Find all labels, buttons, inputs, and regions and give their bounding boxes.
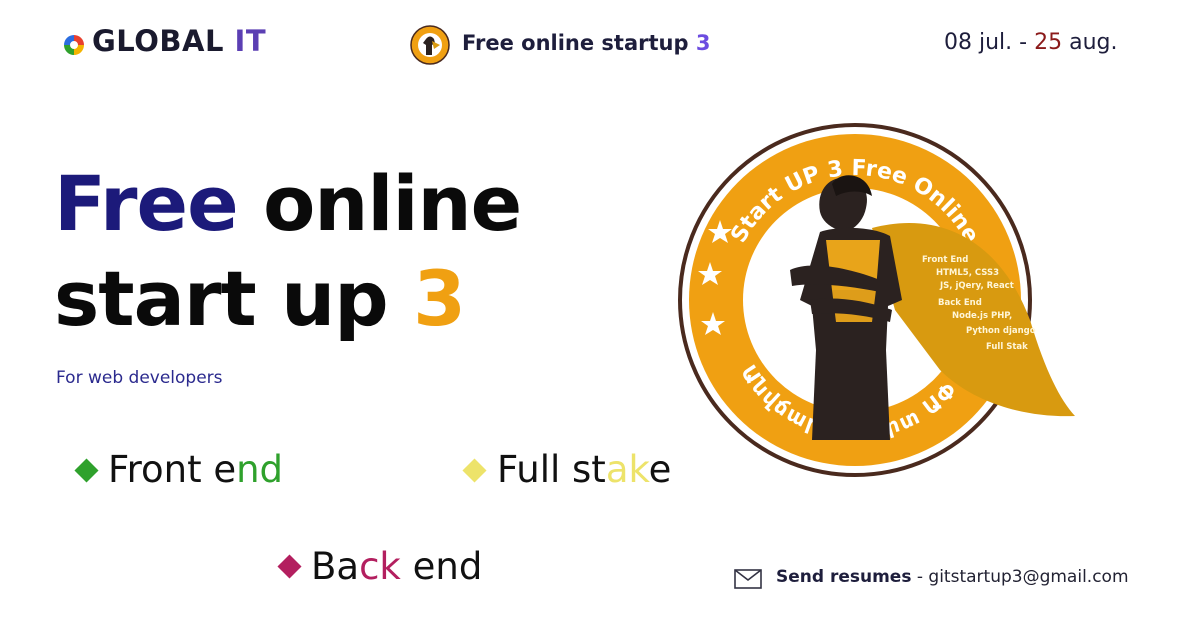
date-end-month: aug. — [1062, 30, 1118, 55]
brand-name-part1: GLOBAL — [92, 24, 224, 58]
date-end-day: 25 — [1034, 30, 1063, 55]
brand-name: GLOBAL IT — [92, 24, 266, 58]
track-back-post: end — [400, 545, 483, 588]
event-title-mini: Free online startup 3 — [462, 31, 710, 55]
contact-line: Send resumes - gitstartup3@gmail.com — [776, 567, 1129, 587]
track-front-pre: Front e — [108, 448, 237, 491]
title-line-2: start up 3 — [54, 251, 521, 346]
event-dates: 08 jul. - 25 aug. — [944, 30, 1117, 55]
brand-name-part2: IT — [234, 24, 267, 58]
cape-line-5: Node.js PHP, — [952, 311, 1012, 321]
diamond-bullet-green-icon — [74, 458, 99, 483]
track-back-highlight: ck — [359, 545, 401, 588]
track-full-pre: Full st — [497, 448, 606, 491]
diamond-bullet-magenta-icon — [277, 554, 302, 579]
global-it-logo-icon — [64, 35, 84, 55]
date-separator: - — [1012, 30, 1035, 55]
contact-separator: - — [911, 567, 929, 587]
event-title-mini-text: Free online startup — [462, 31, 689, 55]
track-back-pre: Ba — [311, 545, 360, 588]
startup-seal-mini-icon — [410, 25, 450, 65]
track-front-end: Front end — [108, 448, 283, 491]
title-number: 3 — [413, 254, 466, 343]
date-start: 08 jul. — [944, 30, 1013, 55]
track-front-highlight: nd — [236, 448, 284, 491]
title-line-1-rest: online — [237, 159, 522, 248]
envelope-icon — [734, 569, 762, 589]
cape-line-4: Back End — [938, 298, 982, 308]
contact-label: Send resumes — [776, 567, 912, 587]
diamond-bullet-yellow-icon — [462, 458, 487, 483]
cape-line-2: HTML5, CSS3 — [936, 268, 999, 278]
cape-line-3: JS, jQery, React — [939, 281, 1014, 291]
track-back-end: Back end — [311, 545, 482, 588]
contact-email[interactable]: gitstartup3@gmail.com — [928, 567, 1128, 587]
cape-line-1: Front End — [922, 255, 968, 265]
cape-line-6: Python django — [966, 326, 1036, 336]
title-accent-word: Free — [54, 159, 239, 248]
startup-seal-emblem: Start UP 3 Free Online Անվճար Ստարտ ԱՓ 3… — [678, 123, 1075, 477]
event-title-mini-number: 3 — [695, 31, 711, 55]
page-title: Free online start up 3 — [54, 156, 522, 346]
cape-line-7: Full Stak — [986, 342, 1028, 352]
title-line-2-text: start up — [54, 254, 414, 343]
subtitle: For web developers — [56, 368, 223, 388]
title-line-1: Free online — [54, 156, 522, 251]
